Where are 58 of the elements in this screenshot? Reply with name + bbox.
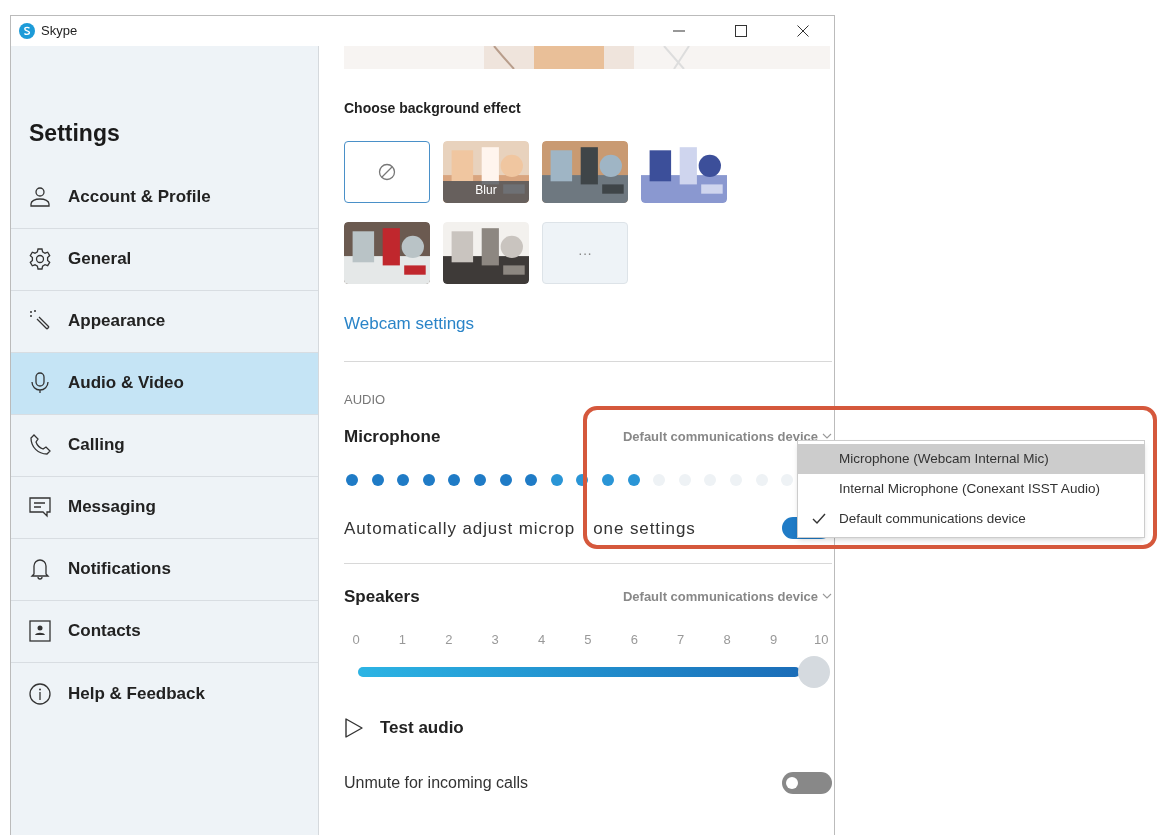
test-audio-button[interactable]: Test audio	[344, 715, 464, 741]
sidebar-item[interactable]: Appearance	[11, 290, 318, 353]
phone-icon	[28, 433, 52, 457]
speakers-device-dropdown[interactable]: Default communications device	[622, 587, 832, 607]
person-icon	[28, 185, 52, 209]
unmute-label: Unmute for incoming calls	[344, 772, 529, 793]
speakers-label: Speakers	[344, 586, 420, 608]
play-icon	[344, 716, 364, 739]
menu-item[interactable]: Microphone (Webcam Internal Mic)	[798, 444, 1144, 474]
tick-label: 8	[722, 630, 732, 649]
tick-label: 9	[768, 630, 779, 649]
tick-label: 6	[629, 630, 639, 649]
slider-thumb[interactable]	[798, 656, 830, 688]
contact-card-icon	[28, 619, 52, 643]
chevron-down-icon	[822, 433, 832, 441]
sidebar-item[interactable]: Account & Profile	[11, 166, 318, 229]
microphone-icon	[28, 371, 52, 395]
message-icon	[28, 495, 52, 519]
tick-label: 0	[351, 630, 361, 649]
menu-item-label: Default communications device	[839, 509, 1026, 528]
menu-item-label: Internal Microphone (Conexant ISST Audio)	[839, 479, 1100, 498]
app-logo-icon	[19, 23, 35, 39]
sidebar-item[interactable]: Audio & Video	[11, 352, 318, 415]
auto-adjust-label: Automatically adjust microp	[344, 517, 576, 540]
bell-icon	[28, 557, 52, 581]
maximize-icon	[735, 25, 747, 37]
auto-adjust-label: one settings	[593, 517, 696, 540]
tile-label: Blur	[474, 182, 498, 199]
menu-item-label: Microphone (Webcam Internal Mic)	[839, 449, 1049, 468]
tick-label: 5	[583, 630, 593, 649]
sidebar-item[interactable]: Contacts	[11, 600, 318, 663]
sidebar-item[interactable]: Messaging	[11, 476, 318, 539]
toggle-switch[interactable]	[782, 771, 832, 794]
tick-label: 1	[397, 630, 407, 649]
window-title: Skype	[41, 22, 78, 41]
chevron-down-icon	[822, 593, 832, 601]
webcam-settings-link[interactable]: Webcam settings	[344, 311, 475, 337]
sidebar-item[interactable]: Calling	[11, 414, 318, 477]
section-heading: AUDIO	[344, 390, 387, 409]
sidebar-item[interactable]: Help & Feedback	[11, 662, 318, 725]
tick-label: 7	[676, 630, 686, 649]
microphone-label: Microphone	[344, 426, 441, 448]
sidebar-item[interactable]: Notifications	[11, 538, 318, 601]
menu-item[interactable]: Default communications device	[798, 504, 1144, 534]
sidebar-item[interactable]: General	[11, 228, 318, 291]
tick-label: 2	[444, 630, 454, 649]
settings-icon	[28, 247, 52, 271]
close-icon	[797, 25, 809, 37]
prohibited-icon	[378, 163, 396, 181]
menu-item[interactable]: Internal Microphone (Conexant ISST Audio)	[798, 474, 1144, 504]
section-title: Choose background effect	[344, 99, 522, 118]
tick-label: 3	[490, 630, 500, 649]
minimize-icon	[673, 30, 685, 32]
tick-label: 4	[536, 630, 547, 649]
sidebar-title: Settings	[29, 119, 121, 148]
info-icon	[28, 681, 52, 706]
no-effect-tile[interactable]	[344, 141, 430, 203]
tick-label: 10	[813, 630, 826, 649]
